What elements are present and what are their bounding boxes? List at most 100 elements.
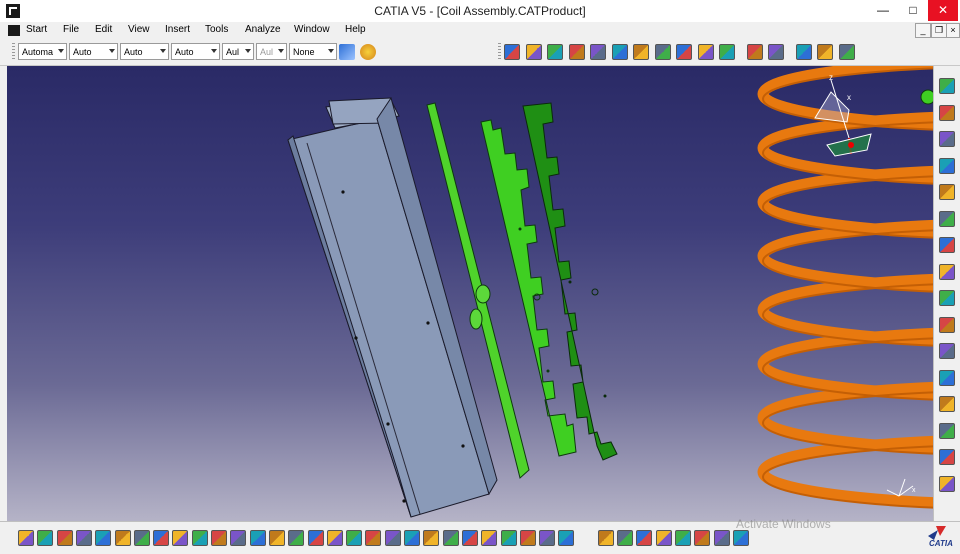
- toolbar-grip[interactable]: [12, 43, 15, 61]
- catalog-icon[interactable]: [308, 530, 324, 546]
- knowledge-icon[interactable]: [327, 530, 343, 546]
- new-component-icon[interactable]: [939, 157, 955, 174]
- menu-analyze[interactable]: Analyze: [245, 24, 281, 35]
- redo-icon[interactable]: [172, 530, 188, 546]
- scene-icon[interactable]: [939, 396, 955, 412]
- replace-icon[interactable]: [939, 263, 955, 280]
- paint-icon[interactable]: [547, 44, 563, 60]
- mdi-restore-button[interactable]: ❐: [931, 23, 947, 38]
- capture-icon[interactable]: [598, 530, 614, 546]
- analysis-icon[interactable]: [617, 530, 633, 546]
- smart-move-icon[interactable]: [939, 449, 955, 465]
- light-icon[interactable]: [250, 530, 266, 546]
- sketcher-icon[interactable]: [939, 78, 955, 94]
- cut-icon[interactable]: [95, 530, 111, 546]
- axis-icon[interactable]: [656, 530, 672, 546]
- pan-icon[interactable]: [385, 530, 401, 546]
- product-icon[interactable]: [796, 44, 812, 60]
- save-icon[interactable]: [57, 530, 73, 546]
- update-icon[interactable]: [636, 530, 652, 546]
- shading-icon[interactable]: [569, 44, 585, 60]
- normal-icon[interactable]: [590, 44, 606, 60]
- sync-icon[interactable]: [733, 530, 749, 546]
- apply-material-icon[interactable]: [360, 44, 376, 60]
- zoom-out-icon[interactable]: [443, 530, 459, 546]
- measure-icon[interactable]: [612, 44, 628, 60]
- constraint-icon[interactable]: [939, 475, 955, 492]
- new-icon[interactable]: [18, 530, 34, 546]
- copy-icon[interactable]: [115, 530, 131, 546]
- existing-component-icon[interactable]: [939, 237, 955, 253]
- iso-view-icon[interactable]: [501, 530, 517, 546]
- material-icon[interactable]: [526, 44, 542, 60]
- swap-space-icon[interactable]: [558, 530, 574, 546]
- document-icon[interactable]: [8, 25, 20, 36]
- part-icon[interactable]: [839, 44, 855, 60]
- color-combo[interactable]: Auto: [69, 43, 118, 60]
- toolbar-grip[interactable]: [498, 43, 501, 61]
- maximize-button[interactable]: □: [898, 0, 928, 21]
- generate-numbering-icon[interactable]: [939, 316, 955, 333]
- normal-view-icon[interactable]: [462, 530, 478, 546]
- constraint-icon[interactable]: [698, 44, 714, 60]
- tree-icon[interactable]: [288, 530, 304, 546]
- fly-icon[interactable]: [346, 530, 362, 546]
- table-icon[interactable]: [269, 530, 285, 546]
- menu-view[interactable]: View: [128, 24, 150, 35]
- menu-window[interactable]: Window: [294, 24, 330, 35]
- print-icon[interactable]: [76, 530, 92, 546]
- line-type-combo[interactable]: Aul: [222, 43, 254, 60]
- menu-insert[interactable]: Insert: [165, 24, 190, 35]
- multi-view-icon[interactable]: [481, 530, 497, 546]
- close-button[interactable]: ✕: [928, 0, 958, 21]
- minimize-button[interactable]: —: [868, 0, 898, 21]
- new-product-icon[interactable]: [939, 184, 955, 200]
- catalog-icon[interactable]: [939, 422, 955, 439]
- layer-combo[interactable]: Automa: [18, 43, 67, 60]
- graph-icon[interactable]: [633, 44, 649, 60]
- clash-icon[interactable]: [939, 131, 955, 147]
- snap-icon[interactable]: [747, 44, 763, 60]
- transparency-combo[interactable]: Auto: [120, 43, 169, 60]
- rotate-icon[interactable]: [404, 530, 420, 546]
- fit-all-icon[interactable]: [365, 530, 381, 546]
- point-symbol-combo[interactable]: Aul: [256, 43, 287, 60]
- multi-instantiation-icon[interactable]: [939, 343, 955, 359]
- mdi-minimize-button[interactable]: _: [915, 23, 931, 38]
- zoom-in-icon[interactable]: [423, 530, 439, 546]
- paste-icon[interactable]: [134, 530, 150, 546]
- scene-icon[interactable]: [675, 530, 691, 546]
- formula-icon[interactable]: [211, 530, 227, 546]
- menu-tools[interactable]: Tools: [205, 24, 228, 35]
- menu-help[interactable]: Help: [345, 24, 366, 35]
- comment-icon[interactable]: [230, 530, 246, 546]
- metal-channel-part[interactable]: [287, 96, 498, 518]
- compass-icon[interactable]: [694, 530, 710, 546]
- scene-svg: z x x: [287, 66, 933, 518]
- render-style-icon[interactable]: [520, 530, 536, 546]
- line-thickness-combo[interactable]: Auto: [171, 43, 220, 60]
- menu-edit[interactable]: Edit: [95, 24, 112, 35]
- component-icon[interactable]: [817, 44, 833, 60]
- reuse-pattern-icon[interactable]: [939, 369, 955, 386]
- open-icon[interactable]: [37, 530, 53, 546]
- menu-file[interactable]: File: [63, 24, 79, 35]
- 3d-viewport[interactable]: z x x: [7, 66, 933, 521]
- window-title: CATIA V5 - [Coil Assembly.CATProduct]: [374, 4, 586, 18]
- undo-icon[interactable]: [153, 530, 169, 546]
- swap-icon[interactable]: [655, 44, 671, 60]
- painter-icon[interactable]: [504, 44, 520, 60]
- manipulate-icon[interactable]: [719, 44, 735, 60]
- properties-painter-icon[interactable]: [339, 44, 355, 60]
- rendering-style-combo[interactable]: None: [289, 43, 337, 60]
- new-part-icon[interactable]: [939, 210, 955, 227]
- graph-tree-icon[interactable]: [939, 290, 955, 306]
- menu-start[interactable]: Start: [26, 24, 47, 35]
- keep-icon[interactable]: [714, 530, 730, 546]
- explode-icon[interactable]: [676, 44, 692, 60]
- select-arrow-icon[interactable]: [939, 104, 955, 121]
- hide-show-icon[interactable]: [539, 530, 555, 546]
- whats-this-icon[interactable]: [192, 530, 208, 546]
- mdi-close-button[interactable]: ×: [946, 23, 960, 38]
- fix-icon[interactable]: [768, 44, 784, 60]
